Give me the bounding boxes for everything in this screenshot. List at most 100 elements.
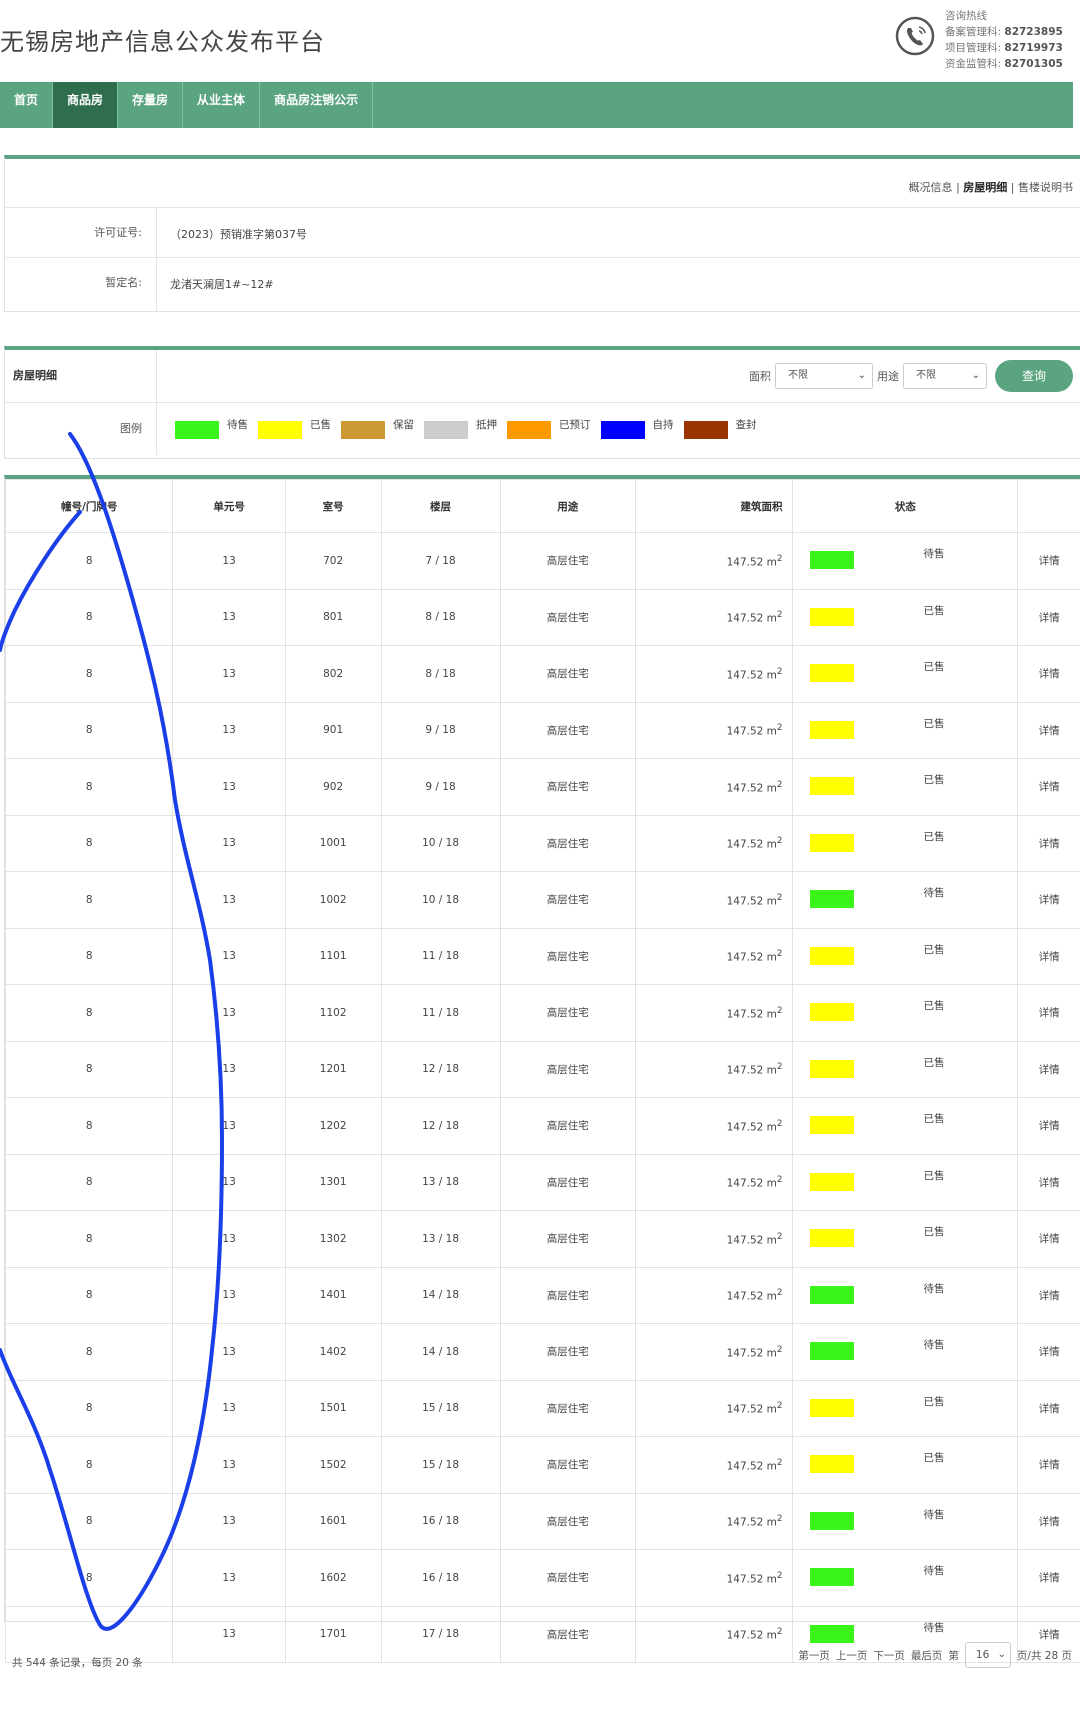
status-text: 已售 — [923, 1000, 945, 1012]
status-text: 待售 — [923, 1565, 945, 1577]
house-table-panel: 幢号/门牌号 单元号 室号 楼层 用途 建筑面积 状态 8 13 702 7 / 18… — [4, 475, 1080, 1663]
use-filter-label: 用途 — [877, 370, 899, 383]
nav-item-4[interactable]: 商品房注销公示 — [260, 82, 374, 128]
cell-status: 已售 — [792, 927, 1019, 985]
detail-link[interactable]: 详情 — [1017, 645, 1080, 703]
detail-link[interactable]: 详情 — [1017, 701, 1080, 759]
cell-unit: 13 — [172, 588, 286, 646]
area-unit: m — [766, 895, 777, 907]
tab-house-detail[interactable]: 房屋明细 — [963, 181, 1007, 194]
area-unit-sup: 2 — [776, 610, 783, 620]
legend-swatch — [683, 421, 728, 439]
detail-link[interactable]: 详情 — [1017, 1040, 1080, 1098]
detail-link[interactable]: 详情 — [1017, 814, 1080, 872]
area-value: 147.52 — [726, 1460, 764, 1472]
cell-unit: 13 — [172, 1436, 286, 1494]
status-swatch — [810, 1172, 855, 1191]
page-select-value: 16 — [975, 1649, 990, 1661]
first-page-link[interactable]: 第一页 — [798, 1648, 830, 1663]
detail-link[interactable]: 详情 — [1017, 1210, 1080, 1268]
area-unit-sup: 2 — [776, 1627, 783, 1637]
table-row: 8 13 1102 11 / 18 高层住宅 147.52 m2 已售 详情 — [4, 984, 1080, 1042]
cell-use: 高层住宅 — [499, 1436, 636, 1494]
detail-link[interactable]: 详情 — [1017, 871, 1080, 929]
legend-label-text: 待售 — [227, 419, 248, 431]
last-page-link[interactable]: 最后页 — [911, 1648, 943, 1663]
cell-floor: 7 / 18 — [380, 532, 501, 590]
cell-status: 已售 — [792, 1210, 1019, 1268]
legend-label-text: 已预订 — [559, 419, 591, 431]
col-header-building: 幢号/门牌号 — [4, 479, 174, 533]
cell-room: 1601 — [284, 1492, 382, 1550]
nav-item-2[interactable]: 存量房 — [118, 82, 184, 128]
cell-building: 8 — [4, 1492, 174, 1550]
cell-floor: 12 / 18 — [380, 1040, 501, 1098]
cell-use: 高层住宅 — [499, 758, 636, 816]
status-swatch — [810, 720, 855, 739]
nav-item-0[interactable]: 首页 — [0, 82, 54, 128]
col-header-unit: 单元号 — [172, 479, 286, 533]
area-unit-sup: 2 — [776, 553, 783, 564]
area-value: 147.52 — [726, 1121, 764, 1133]
cell-unit: 13 — [172, 645, 286, 703]
area-unit-sup: 2 — [776, 1401, 783, 1411]
area-unit: m — [766, 1234, 777, 1246]
detail-link[interactable]: 详情 — [1017, 1492, 1080, 1550]
detail-link[interactable]: 详情 — [1017, 1266, 1080, 1324]
nav-item-1[interactable]: 商品房 — [53, 82, 119, 128]
detail-link[interactable]: 详情 — [1017, 984, 1080, 1042]
page-suffix: 页/共 28 页 — [1016, 1649, 1072, 1662]
cell-room: 1701 — [284, 1605, 382, 1663]
detail-link[interactable]: 详情 — [1017, 588, 1080, 646]
cell-building: 8 — [4, 701, 174, 759]
page-select[interactable]: 16 ⌄ — [964, 1642, 1011, 1668]
use-select[interactable]: 不限 ⌄ — [903, 363, 987, 389]
next-page-link[interactable]: 下一页 — [873, 1648, 905, 1663]
area-unit: m — [766, 1064, 777, 1077]
area-unit-sup: 2 — [776, 723, 783, 733]
cell-building: 8 — [4, 758, 174, 816]
cell-use: 高层住宅 — [499, 927, 636, 985]
area-unit: m — [766, 1121, 777, 1133]
detail-link[interactable]: 详情 — [1017, 532, 1080, 590]
cell-room: 1602 — [284, 1549, 382, 1607]
cell-room: 1501 — [284, 1379, 382, 1437]
cell-building: 8 — [4, 532, 174, 590]
area-select[interactable]: 不限 ⌄ — [775, 363, 873, 389]
cell-building: 8 — [4, 1210, 174, 1268]
tab-sales-manual[interactable]: 售楼说明书 — [1018, 181, 1073, 194]
cell-floor: 8 / 18 — [380, 588, 501, 646]
cell-unit: 13 — [172, 1379, 286, 1437]
detail-link[interactable]: 详情 — [1017, 1549, 1080, 1607]
cell-area: 147.52 m2 — [634, 871, 794, 929]
prev-page-link[interactable]: 上一页 — [836, 1648, 868, 1663]
tab-overview[interactable]: 概况信息 — [909, 181, 953, 194]
nav-item-3[interactable]: 从业主体 — [183, 82, 261, 128]
table-row: 8 13 1001 10 / 18 高层住宅 147.52 m2 已售 详情 — [4, 814, 1080, 872]
area-unit: m — [766, 669, 777, 681]
query-button[interactable]: 查询 — [995, 360, 1073, 392]
area-unit: m — [766, 1290, 777, 1303]
detail-link[interactable]: 详情 — [1017, 1436, 1080, 1494]
detail-link[interactable]: 详情 — [1017, 758, 1080, 816]
status-text: 待售 — [923, 1339, 945, 1351]
cell-building: 8 — [4, 927, 174, 985]
cell-floor: 15 / 18 — [380, 1436, 501, 1494]
detail-link[interactable]: 详情 — [1017, 1097, 1080, 1155]
cell-status: 待售 — [792, 1266, 1019, 1324]
area-unit-sup: 2 — [776, 1118, 783, 1129]
area-unit-sup: 2 — [776, 949, 783, 959]
col-header-status: 状态 — [792, 479, 1019, 533]
legend-label-text: 已售 — [310, 419, 331, 431]
detail-link[interactable]: 详情 — [1017, 927, 1080, 985]
hotline-number: 82723895 — [1004, 26, 1063, 38]
cell-unit: 13 — [172, 984, 286, 1042]
cell-floor: 8 / 18 — [380, 645, 501, 703]
detail-link[interactable]: 详情 — [1017, 1323, 1080, 1381]
detail-link[interactable]: 详情 — [1017, 1379, 1080, 1437]
cell-room: 1402 — [284, 1323, 382, 1381]
tab-separator: | — [1010, 181, 1015, 194]
table-row: 8 13 1301 13 / 18 高层住宅 147.52 m2 已售 详情 — [4, 1153, 1080, 1211]
cell-use: 高层住宅 — [499, 1605, 636, 1663]
detail-link[interactable]: 详情 — [1017, 1153, 1080, 1211]
